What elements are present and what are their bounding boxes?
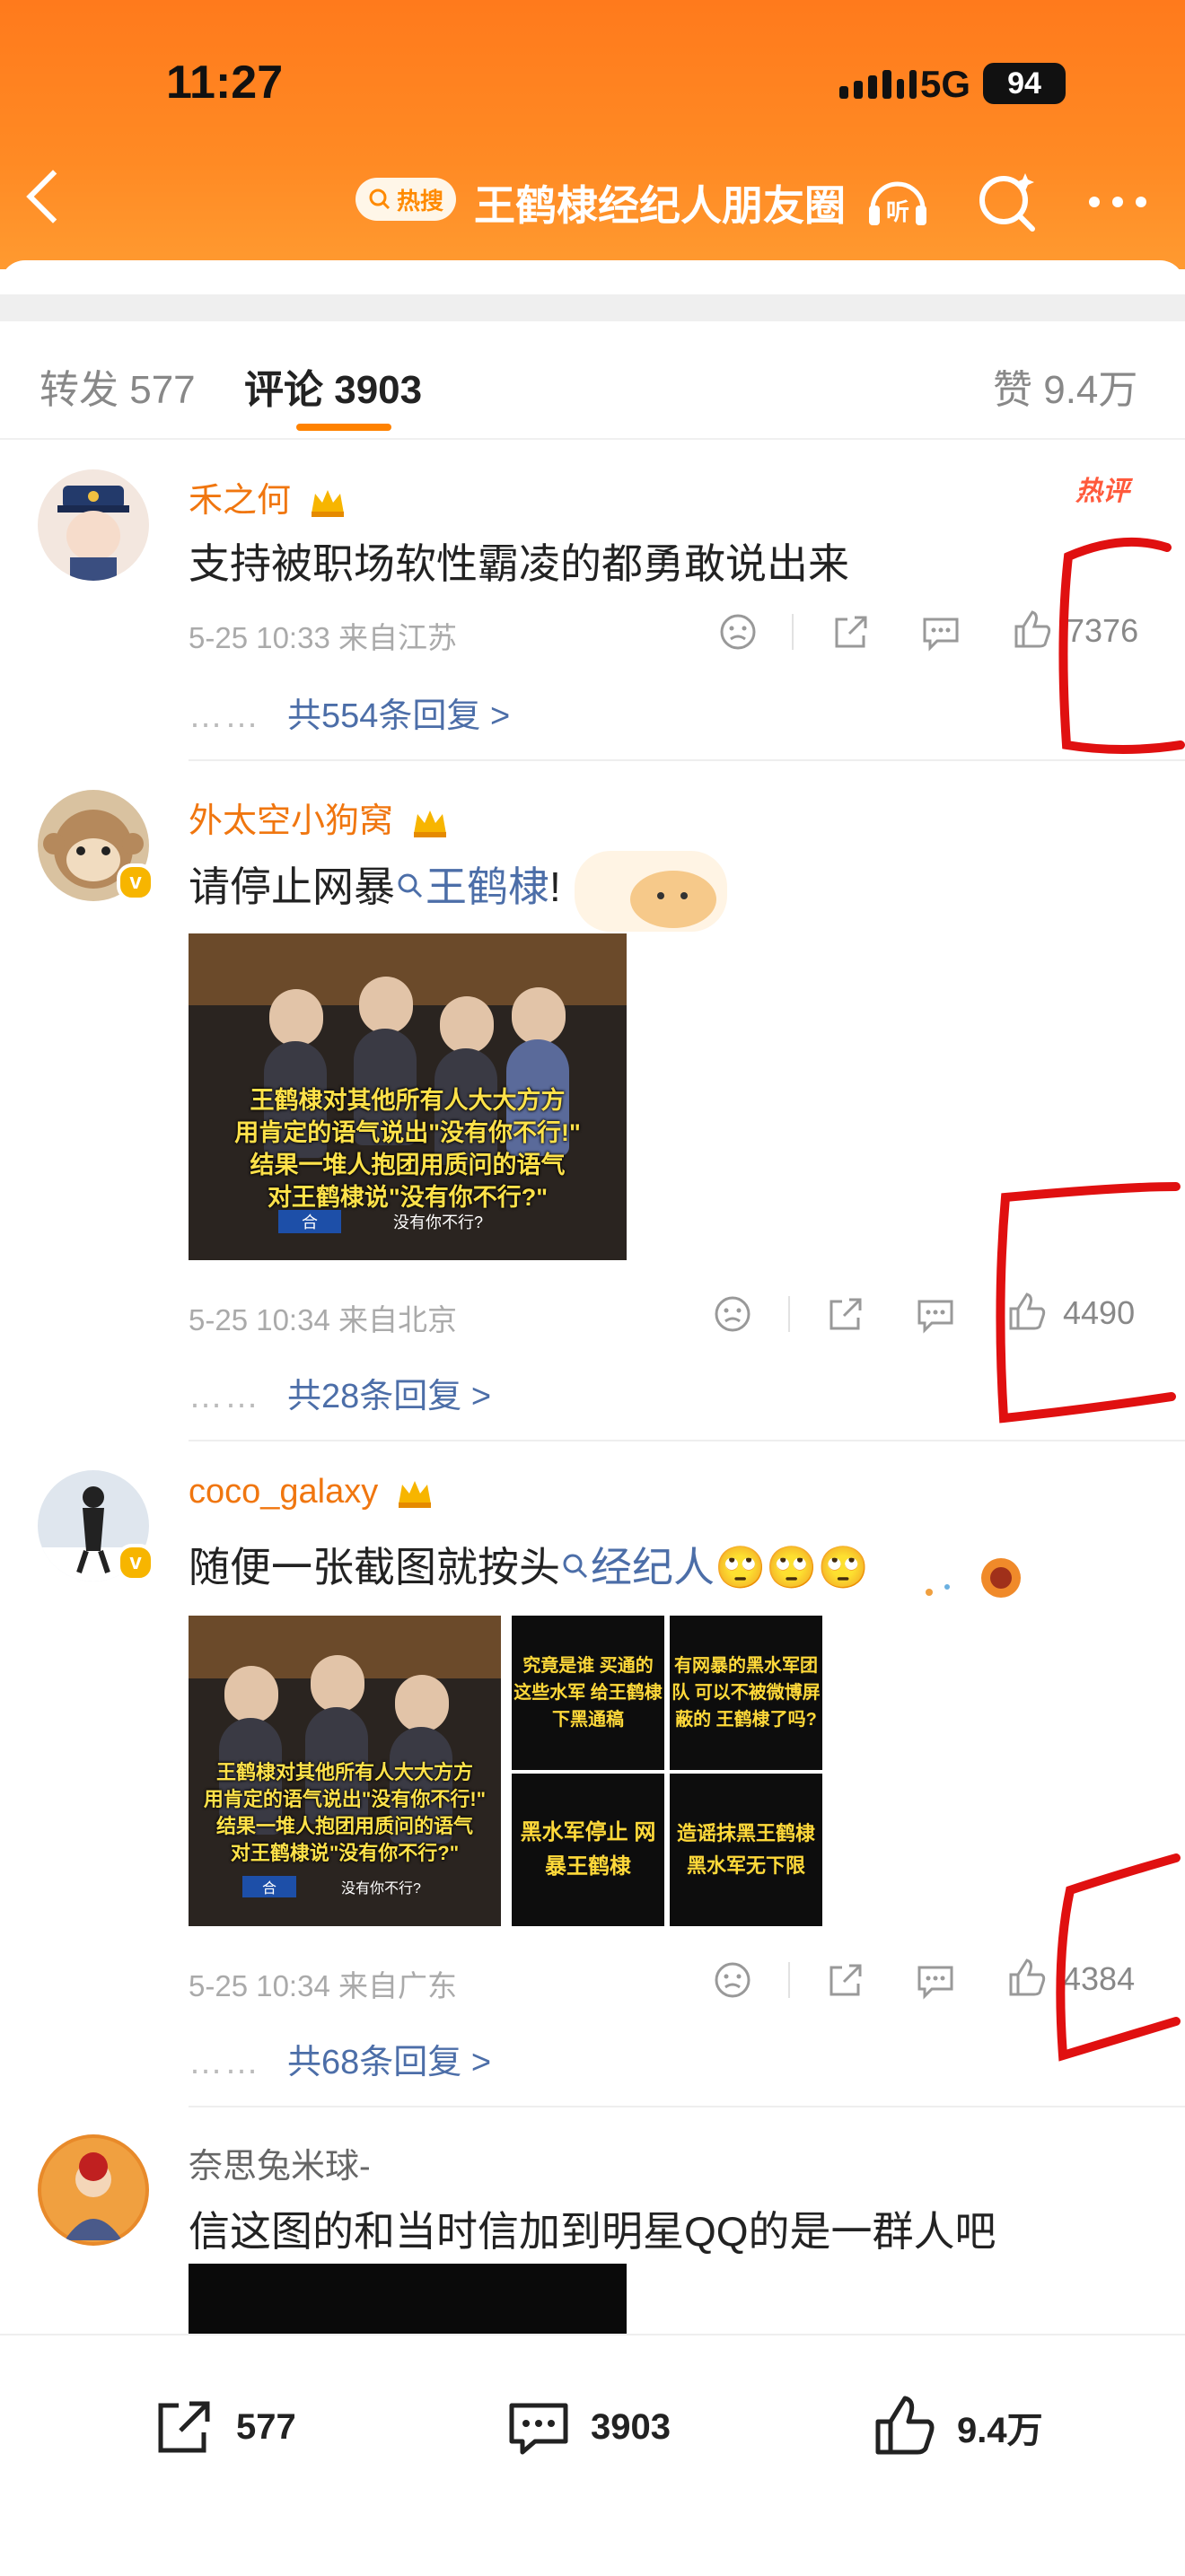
username[interactable]: 奈思兔米球- [189,2138,371,2187]
repost-count: 577 [236,2406,296,2447]
image-tile[interactable]: 有网暴的黑水军团队 可以不被微博屏蔽的 王鹤棣了吗? [670,1616,822,1770]
signal-icon [839,70,917,99]
comment-text: 随便一张截图就按头 经纪人🙄🙄🙄 [189,1544,869,1590]
comment-divider [189,2106,1185,2107]
comment-meta: 5-25 10:33 来自江苏 [189,621,457,654]
crown-icon [311,489,344,517]
reply-icon[interactable] [912,1291,959,1337]
like-icon[interactable] [1004,1955,1050,2002]
comment-text: 信这图的和当时信加到明星QQ的是一群人吧 [189,2208,996,2255]
view-replies-link[interactable]: …… 共28条回复 > [189,1368,491,1417]
active-tab-indicator [296,424,391,431]
comment-image[interactable]: 王鹤棣对其他所有人大大方方 用肯定的语气说出"没有你不行!" 结果一堆人抱团用质问… [189,933,627,1260]
crown-icon [413,810,446,837]
view-replies-link[interactable]: …… 共68条回复 > [189,2034,491,2083]
bread-sticker-icon [575,851,727,932]
avatar[interactable] [38,2134,149,2246]
hot-comment-tag: 热评 [1075,477,1129,506]
image-caption: 王鹤棣对其他所有人大大方方 用肯定的语气说出"没有你不行!" 结果一堆人抱团用质问… [203,1761,487,1864]
like-icon[interactable] [1009,607,1056,653]
comment-text: 请停止网暴 王鹤棣! [189,863,561,910]
comment-divider [189,1440,1185,1441]
comment-divider [189,759,1185,761]
view-replies-link[interactable]: …… 共554条回复 > [189,688,510,737]
crown-icon [398,1480,431,1508]
comment-icon [509,2403,568,2455]
status-time: 11:27 [166,57,284,109]
hot-badge-label: 热搜 [396,187,443,215]
search-icon [398,873,423,898]
image-tile[interactable]: 黑水军停止 网暴王鹤棣 [512,1774,664,1926]
bottom-action-bar: 577 3903 9.4万 [0,2334,1185,2576]
action-separator [792,614,794,650]
tab-repost[interactable]: 转发 577 [40,357,196,415]
reply-icon[interactable] [912,1957,959,2003]
image-tile[interactable]: 造谣抹黑王鹤棣 黑水军无下限 [670,1774,822,1926]
comment-meta: 5-25 10:34 来自北京 [189,1303,457,1336]
divider-band [0,294,1185,321]
verified-badge: v [117,863,154,901]
network-type: 5G [920,63,971,105]
comment-image[interactable] [189,2264,627,2334]
dislike-face-icon[interactable] [709,1291,756,1337]
svg-text:听: 听 [886,198,909,225]
topic-link[interactable]: 王鹤棣 [395,863,549,910]
comment-tabs: 转发 577 评论 3903 赞 9.4万 [0,357,1185,438]
like-count: 7376 [1066,612,1139,649]
share-icon[interactable] [822,1291,869,1337]
search-icon[interactable] [971,166,1043,238]
share-icon[interactable] [822,1957,869,2003]
battery-icon: 94 [983,63,1066,104]
verified-badge: v [117,1544,154,1582]
search-icon [563,1554,588,1579]
username[interactable]: 外太空小狗窝 [189,793,450,842]
image-subtitle: 没有你不行? [341,1881,421,1897]
action-separator [788,1962,790,1998]
comment-button[interactable]: 3903 [503,2391,671,2463]
hot-search-badge[interactable]: 热搜 [356,178,456,221]
top-header: 11:27 5G 94 热搜 王鹤棣经纪人朋友圈 听 [0,0,1185,269]
back-arrow-icon[interactable] [26,170,80,223]
comment-image[interactable]: 王鹤棣对其他所有人大大方方 用肯定的语气说出"没有你不行!" 结果一堆人抱团用质问… [189,1616,501,1926]
image-corner-label: 合 [242,1876,296,1897]
tab-likes[interactable]: 赞 9.4万 [993,357,1137,415]
comment-count: 3903 [591,2406,671,2447]
dislike-face-icon[interactable] [715,609,761,655]
like-total: 9.4万 [957,2411,1043,2450]
like-count: 4384 [1063,1960,1136,1997]
search-icon [369,188,391,210]
like-icon [875,2396,935,2455]
comment-text: 支持被职场软性霸凌的都勇敢说出来 [189,540,849,587]
avatar[interactable] [38,469,149,581]
share-icon[interactable] [828,609,874,655]
reply-icon[interactable] [917,609,964,655]
share-icon [158,2401,210,2453]
topic-link[interactable]: 经纪人 [560,1544,715,1590]
image-caption: 王鹤棣对其他所有人大大方方 用肯定的语气说出"没有你不行!" 结果一堆人抱团用质问… [234,1087,581,1211]
action-separator [788,1296,790,1332]
comment-meta: 5-25 10:34 来自广东 [189,1969,457,2002]
username[interactable]: coco_galaxy [189,1473,434,1511]
like-button[interactable]: 9.4万 [869,2391,1043,2463]
image-corner-label: 合 [278,1210,341,1233]
sticker-icon [926,1558,1021,1598]
username[interactable]: 禾之何 [189,472,347,521]
tabs-divider [0,438,1185,440]
more-icon[interactable] [1082,166,1154,238]
repost-button[interactable]: 577 [148,2391,296,2463]
tab-comments[interactable]: 评论 3903 [244,357,422,415]
dislike-face-icon[interactable] [709,1957,756,2003]
emoji-group: 🙄🙄🙄 [715,1544,869,1590]
page-title: 王鹤棣经纪人朋友圈 [474,182,846,229]
like-count: 4490 [1063,1294,1136,1331]
listen-icon[interactable]: 听 [862,166,934,238]
image-tile[interactable]: 究竟是谁 买通的 这些水军 给王鹤棣 下黑通稿 [512,1616,664,1770]
image-subtitle: 没有你不行? [393,1214,484,1231]
like-icon[interactable] [1004,1289,1050,1336]
